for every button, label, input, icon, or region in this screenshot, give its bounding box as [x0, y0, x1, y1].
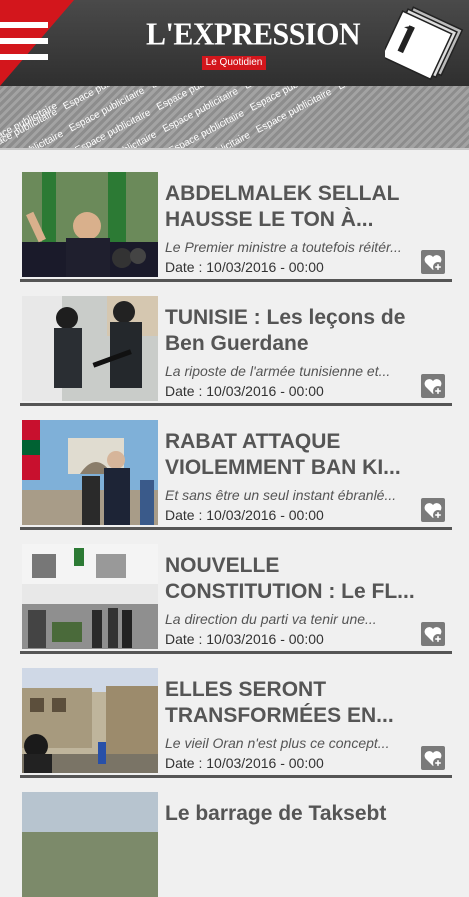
divider [20, 279, 452, 282]
article-title-line1: ELLES SERONT [165, 678, 327, 701]
article-title-line2: Ben Guerdane [165, 332, 309, 355]
article-thumbnail [22, 296, 158, 401]
article-title-line2: TRANSFORMÉES EN... [165, 704, 394, 727]
article-thumbnail [22, 544, 158, 649]
article-title[interactable]: ABDELMALEK SELLAL HAUSSE LE TON À... [165, 181, 425, 233]
article-date: Date : 10/03/2016 - 00:00 [165, 507, 324, 523]
article-summary: Le Premier ministre a toutefois réitér..… [165, 239, 402, 255]
article-thumbnail [22, 172, 158, 277]
add-favorite-icon[interactable] [421, 374, 445, 398]
article-title-line1: TUNISIE : Les leçons de [165, 306, 406, 329]
app-logo[interactable]: L'EXPRESSION Le Quotidien [146, 17, 361, 70]
article-summary: Et sans être un seul instant ébranlé... [165, 487, 397, 503]
article-title-line2: HAUSSE LE TON À... [165, 208, 374, 231]
article-title[interactable]: ELLES SERONT TRANSFORMÉES EN... [165, 677, 425, 729]
article-card[interactable]: RABAT ATTAQUE VIOLEMMENT BAN KI... Et sans… [20, 409, 452, 530]
article-title[interactable]: NOUVELLE CONSTITUTION : Le FL... [165, 553, 425, 605]
article-title-line1: ABDELMALEK SELLAL [165, 182, 400, 205]
article-summary: La direction du parti va tenir une... [165, 611, 377, 627]
divider [20, 403, 452, 406]
add-favorite-icon[interactable] [421, 746, 445, 770]
article-date: Date : 10/03/2016 - 00:00 [165, 755, 324, 771]
app-header: L'EXPRESSION Le Quotidien [0, 0, 469, 86]
article-thumbnail [22, 420, 158, 525]
article-title-line2: CONSTITUTION : Le FL... [165, 580, 415, 603]
article-thumbnail [22, 792, 158, 897]
article-date: Date : 10/03/2016 - 00:00 [165, 383, 324, 399]
article-card[interactable]: NOUVELLE CONSTITUTION : Le FL... La direct… [20, 533, 452, 654]
article-card[interactable]: ABDELMALEK SELLAL HAUSSE LE TON À... Le Pr… [20, 161, 452, 282]
article-title-line1: Le barrage de Taksebt [165, 802, 387, 825]
add-favorite-icon[interactable] [421, 622, 445, 646]
logo-subtitle: Le Quotidien [201, 56, 267, 70]
logo-text: L'EXPRESSION [146, 17, 361, 52]
divider [20, 775, 452, 778]
add-favorite-icon[interactable] [421, 498, 445, 522]
divider [20, 527, 452, 530]
article-title-line1: RABAT ATTAQUE [165, 430, 341, 453]
ad-banner[interactable]: Espace publicitaire Espace publicitaire … [0, 86, 469, 150]
article-card[interactable]: Le barrage de Taksebt [20, 781, 452, 897]
hamburger-menu-icon[interactable] [0, 0, 74, 86]
add-favorite-icon[interactable] [421, 250, 445, 274]
article-title[interactable]: TUNISIE : Les leçons de Ben Guerdane [165, 305, 425, 357]
article-card[interactable]: TUNISIE : Les leçons de Ben Guerdane La ri… [20, 285, 452, 406]
article-thumbnail [22, 668, 158, 773]
article-date: Date : 10/03/2016 - 00:00 [165, 631, 324, 647]
article-title[interactable]: Le barrage de Taksebt [165, 801, 425, 827]
article-title[interactable]: RABAT ATTAQUE VIOLEMMENT BAN KI... [165, 429, 425, 481]
article-summary: Le vieil Oran n'est plus ce concept... [165, 735, 390, 751]
article-summary: La riposte de l'armée tunisienne et... [165, 363, 391, 379]
divider [20, 651, 452, 654]
article-card[interactable]: ELLES SERONT TRANSFORMÉES EN... Le vieil O… [20, 657, 452, 778]
article-title-line2: VIOLEMMENT BAN KI... [165, 456, 401, 479]
newspaper-icon[interactable] [385, 4, 467, 84]
article-title-line1: NOUVELLE [165, 554, 280, 577]
article-date: Date : 10/03/2016 - 00:00 [165, 259, 324, 275]
